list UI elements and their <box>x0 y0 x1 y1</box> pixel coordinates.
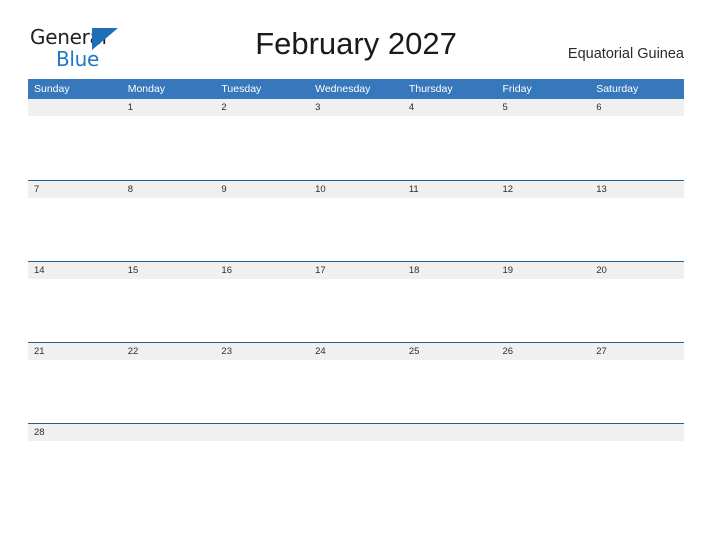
day-number: 19 <box>496 261 591 279</box>
weekday-header-tuesday: Tuesday <box>215 79 310 99</box>
day-cell[interactable]: 11 <box>402 179 497 261</box>
day-cell[interactable]: 9 <box>215 179 310 261</box>
day-cell[interactable]: 15 <box>121 260 216 342</box>
page-header: General Blue February 2027 Equatorial Gu… <box>0 0 712 69</box>
day-number: 12 <box>496 180 591 198</box>
day-number <box>28 99 122 116</box>
day-number <box>590 423 684 441</box>
day-cell[interactable] <box>121 422 216 465</box>
day-cell[interactable]: 26 <box>496 341 591 423</box>
day-number: 25 <box>402 342 497 360</box>
day-number: 2 <box>215 99 310 116</box>
day-cell[interactable]: 16 <box>215 260 310 342</box>
weekday-header-friday: Friday <box>496 79 591 99</box>
day-cell[interactable]: 10 <box>309 179 403 261</box>
day-number: 18 <box>402 261 497 279</box>
day-number: 21 <box>28 342 122 360</box>
day-number: 5 <box>496 99 591 116</box>
day-cell[interactable] <box>590 422 684 465</box>
calendar-week-row: 28 <box>28 422 684 465</box>
day-cell[interactable]: 6 <box>590 99 684 180</box>
weekday-header-sunday: Sunday <box>28 79 122 99</box>
day-number: 8 <box>121 180 216 198</box>
day-cell[interactable]: 5 <box>496 99 591 180</box>
day-number: 11 <box>402 180 497 198</box>
day-number: 23 <box>215 342 310 360</box>
day-cell[interactable]: 27 <box>590 341 684 423</box>
day-cell[interactable]: 4 <box>402 99 497 180</box>
day-cell[interactable]: 12 <box>496 179 591 261</box>
day-cell[interactable]: 7 <box>28 179 122 261</box>
day-cell[interactable]: 23 <box>215 341 310 423</box>
day-number: 10 <box>309 180 403 198</box>
day-number: 6 <box>590 99 684 116</box>
calendar-week-row: 14 15 16 17 18 19 20 <box>28 260 684 342</box>
day-number: 16 <box>215 261 310 279</box>
day-cell[interactable]: 21 <box>28 341 122 423</box>
calendar-week-row: 7 8 9 10 11 12 13 <box>28 179 684 261</box>
weekday-header-monday: Monday <box>121 79 216 99</box>
day-number: 3 <box>309 99 403 116</box>
day-number <box>215 423 310 441</box>
day-number: 24 <box>309 342 403 360</box>
day-number <box>121 423 216 441</box>
day-cell[interactable] <box>28 99 122 180</box>
day-cell[interactable]: 24 <box>309 341 403 423</box>
day-number: 27 <box>590 342 684 360</box>
day-number: 14 <box>28 261 122 279</box>
day-number: 13 <box>590 180 684 198</box>
day-number <box>496 423 591 441</box>
day-number <box>402 423 497 441</box>
day-cell[interactable]: 3 <box>309 99 403 180</box>
day-number: 15 <box>121 261 216 279</box>
day-cell[interactable]: 28 <box>28 422 122 465</box>
day-cell[interactable]: 2 <box>215 99 310 180</box>
calendar-header-row: Sunday Monday Tuesday Wednesday Thursday… <box>28 79 684 99</box>
day-cell[interactable] <box>402 422 497 465</box>
day-cell[interactable]: 18 <box>402 260 497 342</box>
day-cell[interactable]: 14 <box>28 260 122 342</box>
day-cell[interactable] <box>215 422 310 465</box>
day-cell[interactable]: 1 <box>121 99 216 180</box>
day-number: 9 <box>215 180 310 198</box>
day-number <box>309 423 403 441</box>
weekday-header-thursday: Thursday <box>402 79 497 99</box>
day-cell[interactable]: 19 <box>496 260 591 342</box>
day-number: 20 <box>590 261 684 279</box>
day-number: 7 <box>28 180 122 198</box>
day-number: 1 <box>121 99 216 116</box>
day-number: 28 <box>28 423 122 441</box>
day-number: 26 <box>496 342 591 360</box>
day-number: 17 <box>309 261 403 279</box>
calendar-table: Sunday Monday Tuesday Wednesday Thursday… <box>28 79 684 465</box>
day-cell[interactable]: 8 <box>121 179 216 261</box>
day-cell[interactable] <box>496 422 591 465</box>
calendar-week-row: 1 2 3 4 5 6 <box>28 99 684 180</box>
day-cell[interactable]: 25 <box>402 341 497 423</box>
day-cell[interactable]: 13 <box>590 179 684 261</box>
day-cell[interactable]: 17 <box>309 260 403 342</box>
weekday-header-wednesday: Wednesday <box>309 79 403 99</box>
day-cell[interactable]: 20 <box>590 260 684 342</box>
weekday-header-saturday: Saturday <box>590 79 684 99</box>
day-cell[interactable]: 22 <box>121 341 216 423</box>
day-number: 22 <box>121 342 216 360</box>
calendar-week-row: 21 22 23 24 25 26 27 <box>28 341 684 423</box>
country-label: Equatorial Guinea <box>567 46 684 62</box>
calendar-body: 1 2 3 4 5 6 7 8 9 10 11 12 13 14 15 16 1… <box>28 99 684 465</box>
day-cell[interactable] <box>309 422 403 465</box>
day-number: 4 <box>402 99 497 116</box>
